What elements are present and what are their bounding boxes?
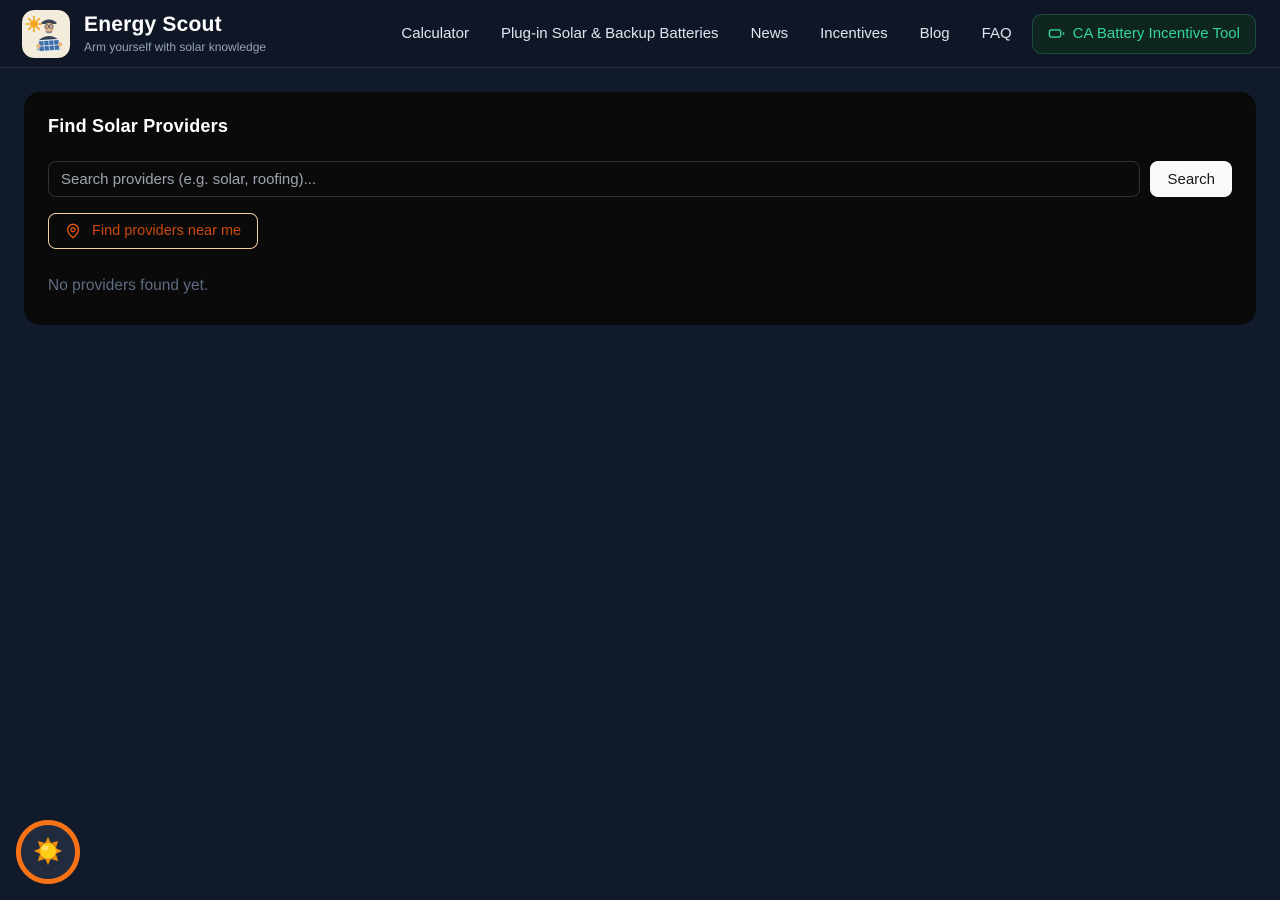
brand-tagline: Arm yourself with solar knowledge xyxy=(84,40,266,54)
search-button[interactable]: Search xyxy=(1150,161,1232,197)
battery-icon xyxy=(1048,25,1065,42)
site-header: Energy Scout Arm yourself with solar kno… xyxy=(0,0,1280,68)
cta-label: CA Battery Incentive Tool xyxy=(1073,25,1240,42)
nav-item-calculator[interactable]: Calculator xyxy=(401,25,469,42)
brand-title: Energy Scout xyxy=(84,13,266,37)
nav-item-news[interactable]: News xyxy=(751,25,789,42)
theme-toggle-button[interactable] xyxy=(16,820,80,884)
man-with-solar-panel-illustration xyxy=(22,10,70,58)
find-providers-near-me-button[interactable]: Find providers near me xyxy=(48,213,258,249)
main-content: Find Solar Providers Search Find provide… xyxy=(0,68,1280,349)
empty-state-message: No providers found yet. xyxy=(48,277,1232,295)
nav-item-faq[interactable]: FAQ xyxy=(982,25,1012,42)
nav-item-blog[interactable]: Blog xyxy=(920,25,950,42)
brand-logo xyxy=(22,10,70,58)
nav-item-plug-in-solar[interactable]: Plug-in Solar & Backup Batteries xyxy=(501,25,719,42)
provider-search-input[interactable] xyxy=(48,161,1140,197)
nav-item-incentives[interactable]: Incentives xyxy=(820,25,888,42)
near-me-label: Find providers near me xyxy=(92,223,241,239)
card-title: Find Solar Providers xyxy=(48,116,1232,137)
primary-nav: Calculator Plug-in Solar & Backup Batter… xyxy=(401,25,1011,42)
map-pin-icon xyxy=(65,223,81,239)
ca-battery-incentive-tool-button[interactable]: CA Battery Incentive Tool xyxy=(1032,14,1256,54)
sun-icon xyxy=(33,836,63,869)
brand-block[interactable]: Energy Scout Arm yourself with solar kno… xyxy=(84,13,266,54)
find-solar-providers-card: Find Solar Providers Search Find provide… xyxy=(24,92,1256,325)
provider-search-row: Search xyxy=(48,161,1232,197)
